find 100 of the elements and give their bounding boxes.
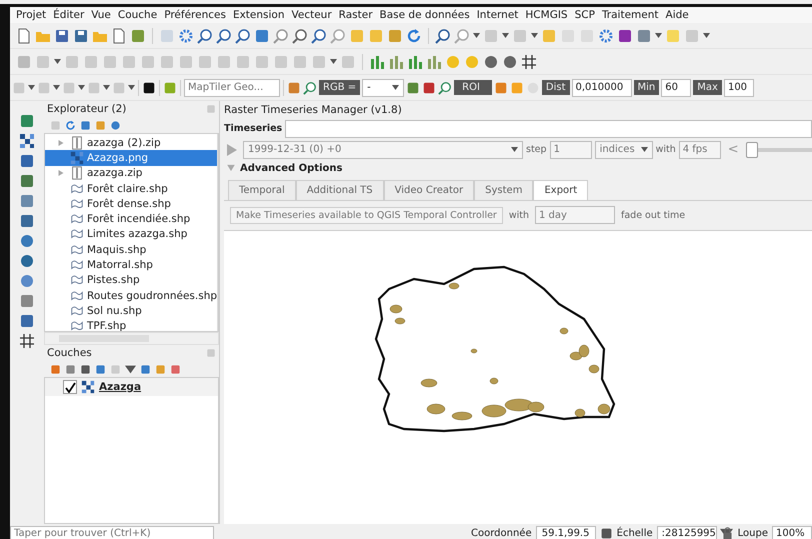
advanced-options-toggle[interactable]: Advanced Options bbox=[224, 160, 812, 176]
date-combo[interactable]: 1999-12-31 (0) +0 bbox=[243, 140, 523, 158]
menu-item[interactable]: Éditer bbox=[53, 9, 84, 21]
triangle-icon[interactable] bbox=[57, 169, 65, 178]
magnifier-icon[interactable] bbox=[438, 80, 452, 94]
bar-icon[interactable] bbox=[407, 54, 423, 70]
tab[interactable]: Video Creator bbox=[384, 180, 474, 200]
menu-item[interactable]: Internet bbox=[476, 9, 518, 21]
menu-item[interactable]: Raster bbox=[338, 9, 373, 21]
menu-item[interactable]: HCMGIS bbox=[525, 9, 568, 21]
bar-icon[interactable] bbox=[388, 54, 404, 70]
menu-item[interactable]: Vue bbox=[91, 9, 111, 21]
magnifier-icon[interactable] bbox=[311, 28, 327, 44]
rgb-combo[interactable]: - bbox=[362, 78, 404, 96]
magnifier-icon[interactable] bbox=[235, 28, 251, 44]
temporal-controller-button[interactable]: Make Timeseries available to QGIS Temporal Controller bbox=[230, 206, 503, 224]
search-field[interactable]: Taper pour trouver (Ctrl+K) bbox=[10, 526, 214, 539]
fps-field[interactable]: 4 fps bbox=[678, 140, 721, 158]
tree-item[interactable]: azazga (2).zip bbox=[45, 135, 218, 150]
tab[interactable]: System bbox=[474, 180, 534, 200]
tree-item[interactable]: Sol nu.shp bbox=[45, 303, 218, 319]
caret-icon[interactable] bbox=[128, 85, 135, 90]
tree-item[interactable]: Maquis.shp bbox=[45, 242, 218, 258]
menu-item[interactable]: Aide bbox=[666, 9, 689, 21]
magnifier-icon[interactable] bbox=[303, 80, 317, 94]
caret-icon[interactable] bbox=[330, 59, 337, 64]
layer-checkbox[interactable] bbox=[63, 380, 77, 394]
menu-item[interactable]: Extension bbox=[232, 9, 284, 21]
circle-icon[interactable] bbox=[110, 120, 121, 130]
unit-combo[interactable]: indices bbox=[594, 140, 653, 158]
tree-item[interactable]: Matorral.shp bbox=[45, 257, 218, 273]
step-field[interactable]: 1 bbox=[550, 140, 592, 158]
magnifier-icon[interactable] bbox=[273, 28, 289, 44]
menu-item[interactable]: Préférences bbox=[164, 9, 226, 21]
caret-icon[interactable] bbox=[78, 85, 85, 90]
tab[interactable]: Additional TS bbox=[296, 180, 384, 200]
magnifier-icon[interactable] bbox=[197, 28, 213, 44]
file-icon[interactable] bbox=[16, 28, 32, 44]
circle-icon[interactable] bbox=[502, 54, 518, 70]
magnifier-icon[interactable] bbox=[435, 28, 451, 44]
caret-icon[interactable] bbox=[473, 33, 480, 38]
square-icon[interactable] bbox=[600, 527, 613, 539]
tab[interactable]: Export bbox=[533, 180, 588, 200]
square-icon[interactable] bbox=[142, 80, 156, 94]
checker-icon[interactable] bbox=[19, 133, 35, 149]
tree-item[interactable]: Routes goudronnées.shp bbox=[45, 288, 218, 304]
slider-thumb[interactable] bbox=[746, 142, 758, 158]
menu-item[interactable]: SCP bbox=[574, 9, 595, 21]
tree-item[interactable]: azazga.zip bbox=[45, 166, 218, 181]
tab[interactable]: Temporal bbox=[228, 180, 296, 200]
circle-icon[interactable] bbox=[19, 273, 35, 289]
caret-icon[interactable] bbox=[502, 33, 509, 38]
min-field[interactable]: 60 bbox=[661, 78, 692, 96]
caret-icon[interactable] bbox=[54, 59, 61, 64]
triangle-icon[interactable] bbox=[57, 138, 65, 147]
magnifier-field[interactable]: 100% bbox=[772, 526, 812, 539]
menu-item[interactable]: Couche bbox=[118, 9, 158, 21]
layer-name[interactable]: Azazga bbox=[99, 381, 142, 393]
grid-icon[interactable] bbox=[521, 54, 537, 70]
caret-icon[interactable] bbox=[28, 85, 35, 90]
bar-icon[interactable] bbox=[369, 54, 385, 70]
circle-icon[interactable] bbox=[483, 54, 499, 70]
scrollbar[interactable] bbox=[217, 134, 218, 331]
caret-icon[interactable] bbox=[103, 85, 110, 90]
caret-icon[interactable] bbox=[655, 33, 662, 38]
menu-item[interactable]: Base de données bbox=[380, 9, 470, 21]
menu-item[interactable]: Projet bbox=[16, 9, 46, 21]
square-icon[interactable] bbox=[617, 28, 633, 44]
caret-icon[interactable] bbox=[531, 33, 538, 38]
menu-item[interactable]: Vecteur bbox=[292, 9, 332, 21]
lock-icon[interactable] bbox=[720, 527, 734, 539]
max-field[interactable]: 100 bbox=[724, 78, 754, 96]
tree-item[interactable]: Azazga.png bbox=[45, 150, 218, 166]
caret-icon[interactable] bbox=[125, 364, 136, 374]
menu-item[interactable]: Traitement bbox=[602, 9, 659, 21]
tree-item[interactable]: Forêt claire.shp bbox=[45, 180, 218, 196]
bar-icon[interactable] bbox=[426, 54, 442, 70]
geocoder-field[interactable]: MapTiler Geo... bbox=[184, 78, 280, 96]
caret-icon[interactable] bbox=[53, 85, 60, 90]
magnifier-icon[interactable] bbox=[216, 28, 232, 44]
timeseries-field[interactable] bbox=[285, 120, 812, 138]
tree-item[interactable]: Forêt incendiée.shp bbox=[45, 211, 218, 227]
tree-item[interactable]: Limites azazga.shp bbox=[45, 226, 218, 242]
magnifier-icon[interactable] bbox=[292, 28, 308, 44]
grid-icon[interactable] bbox=[19, 333, 35, 349]
scrollbar[interactable] bbox=[44, 332, 219, 345]
caret-icon[interactable] bbox=[703, 33, 710, 38]
file-icon[interactable] bbox=[111, 28, 127, 44]
coordinate-field[interactable]: 59.1,99.5 bbox=[536, 526, 596, 539]
gear-icon[interactable] bbox=[178, 28, 194, 44]
circle-icon[interactable] bbox=[19, 253, 35, 269]
gear-icon[interactable] bbox=[598, 28, 614, 44]
refresh-icon[interactable] bbox=[406, 28, 422, 44]
duration-field[interactable]: 1 day bbox=[535, 206, 615, 224]
dist-field[interactable]: 0,010000 bbox=[572, 78, 632, 96]
tree-item[interactable]: Forêt dense.shp bbox=[45, 196, 218, 212]
square-icon[interactable] bbox=[80, 364, 91, 374]
circle-icon[interactable] bbox=[19, 233, 35, 249]
tree-item[interactable]: Pistes.shp bbox=[45, 272, 218, 288]
tree-item[interactable]: TPF.shp bbox=[45, 318, 218, 331]
